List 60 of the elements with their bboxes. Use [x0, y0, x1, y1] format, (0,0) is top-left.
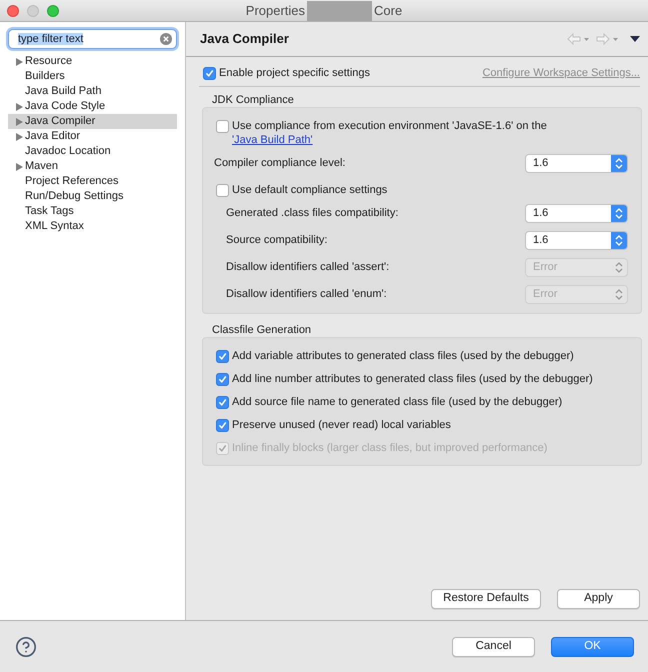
build-path-link[interactable]: 'Java Build Path' [232, 134, 313, 146]
option-label: Add variable attributes to generated class files (used by the debugger) [232, 349, 574, 364]
option-label: Add source file name to generated class file (used by the debugger) [232, 395, 562, 410]
expand-arrow-icon[interactable] [16, 102, 23, 110]
tree-item[interactable]: Project References [8, 174, 177, 189]
checkbox[interactable] [216, 373, 229, 386]
checkbox[interactable] [216, 350, 229, 363]
field-label: Generated .class files compatibility: [226, 206, 398, 222]
checkbox[interactable] [216, 184, 229, 196]
tree-item[interactable]: XML Syntax [8, 219, 177, 234]
option-label: Use default compliance settings [232, 183, 388, 197]
updown-chevron-icon [611, 155, 627, 172]
tree-item[interactable]: Java Build Path [8, 84, 177, 99]
apply-button[interactable]: Apply [557, 589, 640, 609]
tree-item[interactable]: Javadoc Location [8, 144, 177, 159]
dropdown-caret-icon[interactable] [584, 38, 589, 40]
restore-defaults-button[interactable]: Restore Defaults [431, 589, 541, 609]
tree-item[interactable]: Resource [8, 54, 177, 69]
expand-arrow-icon[interactable] [16, 58, 23, 66]
filter-field[interactable]: type filter text [8, 29, 177, 49]
field-label: Compiler compliance level: [214, 156, 346, 172]
tree-item[interactable]: Java Editor [8, 129, 177, 144]
dropdown[interactable]: 1.6 [525, 154, 628, 173]
option-label: Add line number attributes to generated class files (used by the debugger) [232, 372, 593, 388]
zoom-icon[interactable] [47, 4, 59, 16]
checkbox[interactable] [203, 66, 216, 80]
close-icon[interactable] [7, 4, 19, 16]
checkbox[interactable] [216, 419, 229, 432]
dropdown[interactable]: 1.6 [525, 204, 628, 223]
expand-arrow-icon[interactable] [16, 162, 23, 170]
option-label: Preserve unused (never read) local variables [232, 418, 451, 434]
page-title: Java Compiler [200, 30, 289, 48]
tree-item[interactable]: Java Compiler [8, 114, 177, 129]
tree-item[interactable]: Builders [8, 69, 177, 84]
help-icon[interactable] [15, 636, 37, 658]
field-label: Source compatibility: [226, 233, 328, 248]
checkbox[interactable] [216, 120, 229, 132]
clear-icon[interactable] [160, 33, 172, 45]
updown-chevron-icon [611, 232, 627, 249]
view-menu-icon[interactable] [630, 36, 640, 42]
tree-item[interactable]: Java Code Style [8, 99, 177, 114]
redacted-block [307, 0, 372, 20]
group-title: Classfile Generation [211, 323, 312, 337]
tree-item[interactable]: Maven [8, 159, 177, 174]
group-title: JDK Compliance [211, 93, 295, 107]
window-title: Core [374, 2, 402, 20]
tree-item[interactable]: Task Tags [8, 204, 177, 219]
expand-arrow-icon[interactable] [16, 118, 23, 126]
checkbox[interactable] [216, 396, 229, 409]
updown-chevron-icon [611, 205, 627, 222]
window-title: Properties [246, 2, 306, 20]
expand-arrow-icon[interactable] [16, 132, 23, 140]
cancel-button[interactable]: Cancel [452, 636, 535, 656]
tree-item[interactable]: Run/Debug Settings [8, 189, 177, 204]
option-label: Use compliance from execution environment 'JavaSE-1.6' on the 'Java Build Path' [232, 119, 548, 147]
field-label: Disallow identifiers called 'enum': [226, 287, 387, 302]
dropdown[interactable]: 1.6 [525, 231, 628, 250]
dropdown-caret-icon[interactable] [613, 38, 618, 40]
field-label: Disallow identifiers called 'assert': [226, 260, 390, 276]
option-label: Enable project specific settings [219, 66, 370, 81]
